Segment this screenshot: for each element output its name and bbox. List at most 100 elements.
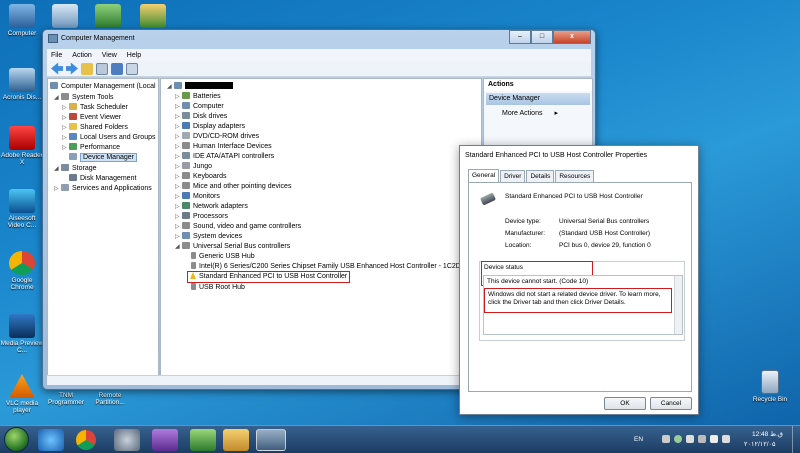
tree-item-keyboards[interactable]: ▷ Keyboards	[175, 172, 226, 182]
tree-item-storage[interactable]: ◢ Storage	[54, 164, 97, 174]
expand-arrow-icon[interactable]: ▷	[62, 103, 69, 113]
tree-item-ide[interactable]: ▷ IDE ATA/ATAPI controllers	[175, 152, 274, 162]
tree-item-processors[interactable]: ▷ Processors	[175, 212, 228, 222]
ok-button[interactable]: OK	[604, 397, 646, 410]
menu-help[interactable]: Help	[127, 52, 141, 59]
expand-arrow-icon[interactable]: ▷	[175, 142, 182, 152]
computer-management-taskbar-icon[interactable]	[256, 429, 286, 451]
expand-arrow-icon[interactable]: ▷	[62, 123, 69, 133]
menu-file[interactable]: File	[51, 52, 62, 59]
desktop-icon-acronis[interactable]: Acronis Dis...	[0, 68, 44, 101]
tree-item-performance[interactable]: ▷ Performance	[62, 143, 120, 153]
tree-item-standard-enhanced-pci-usb[interactable]: Standard Enhanced PCI to USB Host Contro…	[187, 271, 351, 283]
show-hide-tree-icon[interactable]	[96, 62, 108, 75]
status-scrollbar[interactable]	[674, 276, 682, 334]
menu-view[interactable]: View	[102, 52, 117, 59]
desktop-shortcut-3[interactable]	[140, 4, 166, 28]
clock-time[interactable]: 12:48 ق.ظ	[752, 430, 783, 438]
collapse-arrow-icon[interactable]: ◢	[167, 82, 174, 92]
tree-item-system-tools[interactable]: ◢ System Tools	[54, 93, 114, 103]
tree-item-services-apps[interactable]: ▷ Services and Applications	[54, 184, 152, 194]
tree-item-event-viewer[interactable]: ▷ Event Viewer	[62, 113, 121, 123]
tree-item-usb-root-hub[interactable]: USB Root Hub	[191, 283, 245, 293]
language-indicator[interactable]: EN	[634, 436, 643, 443]
cancel-button[interactable]: Cancel	[650, 397, 692, 410]
expand-arrow-icon[interactable]: ▷	[62, 133, 69, 143]
tree-item-generic-usb-hub[interactable]: Generic USB Hub	[191, 252, 255, 262]
expand-arrow-icon[interactable]: ▷	[175, 112, 182, 122]
clock-date[interactable]: ۲۰۱۲/۱۲/۰۵	[744, 440, 776, 448]
tray-icons[interactable]	[662, 435, 737, 445]
tree-item-task-scheduler[interactable]: ▷ Task Scheduler	[62, 103, 128, 113]
tree-item-device-manager[interactable]: Device Manager	[69, 153, 137, 163]
tab-driver[interactable]: Driver	[500, 170, 526, 182]
minimize-button[interactable]: –	[509, 30, 531, 44]
properties-icon[interactable]	[126, 62, 138, 75]
device-status-textbox[interactable]: This device cannot start. (Code 10) Wind…	[483, 275, 683, 335]
tree-item-system-devices[interactable]: ▷ System devices	[175, 232, 242, 242]
desktop-icon-media-preview[interactable]: Media Preview C...	[0, 314, 44, 354]
collapse-arrow-icon[interactable]: ◢	[54, 164, 61, 174]
tray-icon[interactable]	[662, 435, 670, 443]
tree-item-local-users[interactable]: ▷ Local Users and Groups	[62, 133, 155, 143]
desktop-icon-remote-partition[interactable]: Remote Partition...	[88, 392, 132, 406]
tree-item-computer[interactable]: ▷ Computer	[175, 102, 224, 112]
actions-section-device-manager[interactable]: Device Manager	[486, 93, 590, 105]
expand-arrow-icon[interactable]: ▷	[175, 182, 182, 192]
close-button[interactable]: x	[553, 30, 591, 44]
expand-arrow-icon[interactable]: ▷	[175, 232, 182, 242]
chrome-icon[interactable]	[76, 430, 96, 450]
expand-arrow-icon[interactable]: ▷	[54, 184, 61, 194]
expand-arrow-icon[interactable]: ▷	[175, 192, 182, 202]
tree-item-mice[interactable]: ▷ Mice and other pointing devices	[175, 182, 291, 192]
tree-item-disk-drives[interactable]: ▷ Disk drives	[175, 112, 227, 122]
tab-resources[interactable]: Resources	[555, 170, 595, 182]
desktop-icon-chrome[interactable]: Google Chrome	[0, 251, 44, 291]
tree-item-batteries[interactable]: ▷ Batteries	[175, 92, 221, 102]
tree-item-jungo[interactable]: ▷ Jungo	[175, 162, 212, 172]
tray-icon[interactable]	[674, 435, 682, 443]
tree-item-usb-controllers[interactable]: ◢ Universal Serial Bus controllers	[175, 242, 290, 252]
tree-root-computer[interactable]: ◢	[167, 82, 233, 92]
tree-item-sound[interactable]: ▷ Sound, video and game controllers	[175, 222, 301, 232]
help-icon[interactable]	[111, 62, 123, 75]
expand-arrow-icon[interactable]: ▷	[175, 102, 182, 112]
expand-arrow-icon[interactable]: ▷	[175, 172, 182, 182]
expand-arrow-icon[interactable]: ▷	[175, 132, 182, 142]
tree-item-hid[interactable]: ▷ Human Interface Devices	[175, 142, 272, 152]
app-icon[interactable]	[223, 429, 249, 451]
expand-arrow-icon[interactable]: ▷	[175, 162, 182, 172]
back-arrow-icon[interactable]	[51, 62, 63, 75]
tree-item-display-adapters[interactable]: ▷ Display adapters	[175, 122, 245, 132]
collapse-arrow-icon[interactable]: ◢	[175, 242, 182, 252]
desktop-icon-adobe-reader[interactable]: Adobe Reader X	[0, 126, 44, 166]
tab-general[interactable]: General	[468, 169, 500, 182]
tray-icon[interactable]	[686, 435, 694, 443]
collapse-arrow-icon[interactable]: ◢	[54, 93, 61, 103]
forward-arrow-icon[interactable]	[66, 62, 78, 75]
tree-item-computer-management[interactable]: Computer Management (Local	[50, 82, 156, 92]
expand-arrow-icon[interactable]: ▷	[175, 222, 182, 232]
desktop-icon-computer[interactable]: Computer	[0, 4, 44, 37]
expand-arrow-icon[interactable]: ▷	[62, 143, 69, 153]
visual-studio-icon[interactable]	[152, 429, 178, 451]
maximize-button[interactable]: □	[531, 30, 553, 44]
expand-arrow-icon[interactable]: ▷	[62, 113, 69, 123]
tree-item-disk-management[interactable]: Disk Management	[69, 174, 136, 184]
desktop-icon-vlc[interactable]: VLC media player	[0, 374, 44, 414]
more-actions-link[interactable]: More Actions ▸	[502, 109, 558, 117]
expand-arrow-icon[interactable]: ▷	[175, 92, 182, 102]
up-folder-icon[interactable]	[81, 62, 93, 75]
tree-item-network-adapters[interactable]: ▷ Network adapters	[175, 202, 248, 212]
internet-explorer-icon[interactable]	[38, 429, 64, 451]
network-icon[interactable]	[190, 429, 216, 451]
window-titlebar[interactable]: Computer Management – □ x	[43, 30, 595, 48]
tools-icon[interactable]	[114, 429, 140, 451]
desktop-shortcut-2[interactable]	[95, 4, 121, 28]
expand-arrow-icon[interactable]: ▷	[175, 122, 182, 132]
expand-arrow-icon[interactable]: ▷	[175, 152, 182, 162]
expand-arrow-icon[interactable]: ▷	[175, 202, 182, 212]
tree-item-dvd-drives[interactable]: ▷ DVD/CD-ROM drives	[175, 132, 259, 142]
desktop-icon-aiseesoft[interactable]: Aiseesoft Video C...	[0, 189, 44, 229]
desktop-icon-recycle-bin[interactable]: Recycle Bin	[748, 370, 792, 403]
